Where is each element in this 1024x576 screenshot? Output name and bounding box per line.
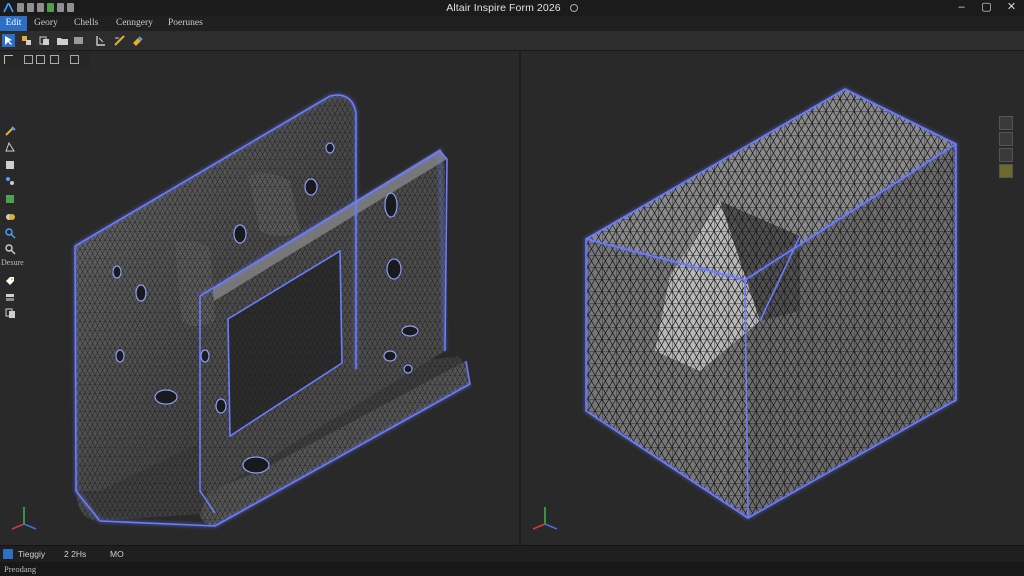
search-icon[interactable] [4, 243, 16, 255]
transform-icon[interactable] [94, 34, 107, 47]
status-item-2[interactable]: 2 2Hs [64, 549, 86, 559]
window-title-text: Altair Inspire Form 2026 [446, 2, 561, 14]
box-icon[interactable] [4, 159, 16, 171]
window-title: Altair Inspire Form 2026 [0, 2, 1024, 14]
copy-tool-icon[interactable] [38, 34, 51, 47]
maximize-button[interactable]: ▢ [974, 0, 999, 16]
view-fit-icon[interactable] [999, 116, 1013, 130]
footer-text: Preodang [4, 564, 37, 574]
sketch-icon[interactable] [4, 125, 16, 137]
viewport-divider[interactable] [519, 51, 521, 545]
status-bar: Tieggiy 2 2Hs MO [0, 545, 1024, 562]
copy-icon[interactable] [4, 307, 16, 319]
view-rotate-icon[interactable] [999, 132, 1013, 146]
view-toolbar [999, 116, 1015, 180]
view-pan-icon[interactable] [999, 148, 1013, 162]
status-item-3[interactable]: MO [110, 549, 124, 559]
select-tool-button[interactable] [2, 34, 15, 47]
axis-triad-right [532, 507, 558, 530]
window-controls: – ▢ ✕ [949, 0, 1024, 16]
tab-cenngery[interactable]: Cenngery [116, 16, 153, 31]
layer-icon[interactable] [72, 34, 85, 47]
left-tool-column: Desure [0, 121, 24, 331]
tab-edit[interactable]: Edit [0, 16, 27, 31]
polyline-icon[interactable] [4, 141, 16, 153]
paint-icon[interactable] [131, 34, 144, 47]
block-model[interactable] [584, 86, 958, 521]
tab-chells[interactable]: Chells [74, 16, 98, 31]
tag-icon[interactable] [4, 275, 16, 287]
material-icon[interactable] [4, 193, 16, 205]
tab-geory[interactable]: Geory [34, 16, 58, 31]
move-tool-icon[interactable] [20, 34, 33, 47]
folder-icon[interactable] [56, 34, 69, 47]
settings-icon[interactable] [569, 4, 578, 13]
stack-icon[interactable] [4, 291, 16, 303]
view-shading-icon[interactable] [999, 164, 1013, 178]
minimize-button[interactable]: – [949, 0, 974, 16]
status-item-1[interactable]: Tieggiy [18, 549, 45, 559]
modeling-viewport[interactable]: Desure [0, 51, 1024, 545]
mesh-canvas[interactable] [0, 51, 1024, 545]
ribbon-toolbar [0, 31, 1024, 51]
section-label: Desure [1, 258, 24, 267]
close-button[interactable]: ✕ [999, 0, 1024, 16]
ribbon-tabs: Edit Geory Chells Cenngery Poerunes [0, 16, 1024, 31]
boolean-icon[interactable] [4, 211, 16, 223]
tab-poerunes[interactable]: Poerunes [168, 16, 203, 31]
measure-icon[interactable] [113, 34, 126, 47]
status-icon [3, 549, 13, 559]
footer-bar: Preodang [0, 562, 1024, 576]
bracket-model[interactable] [73, 93, 471, 529]
pattern-icon[interactable] [4, 175, 16, 187]
zoom-icon[interactable] [4, 227, 16, 239]
axis-triad-left [11, 507, 37, 530]
title-bar: Altair Inspire Form 2026 – ▢ ✕ [0, 0, 1024, 16]
